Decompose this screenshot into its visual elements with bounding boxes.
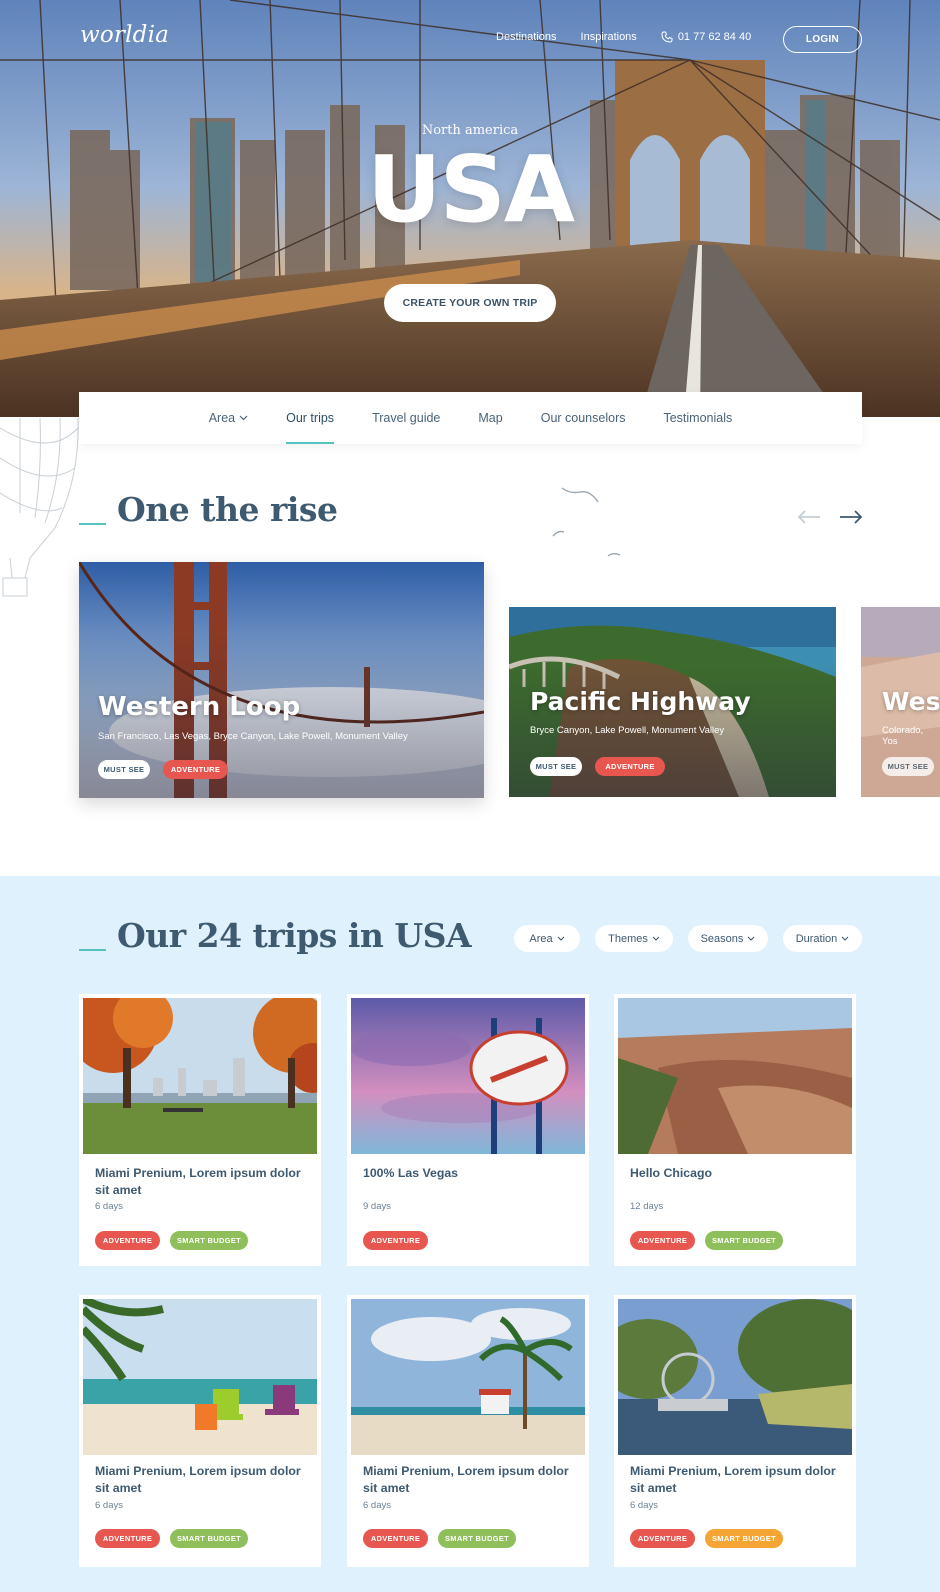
featured-trip-subtitle: San Francisco, Las Vegas, Bryce Canyon, … [98, 731, 408, 742]
featured-trip-subtitle: Colorado, Yos [882, 725, 924, 747]
birds-illustration [552, 487, 620, 557]
section-accent-dash [79, 949, 106, 951]
featured-trip-card[interactable]: West Colorado, Yos MUST SEE [861, 607, 940, 797]
filter-duration-label: Duration [795, 932, 838, 945]
filter-area-label: Area [529, 932, 553, 945]
adventure-badge: ADVENTURE [163, 760, 228, 779]
featured-trip-title: West [882, 687, 940, 716]
must-see-badge: MUST SEE [530, 757, 582, 776]
trip-card[interactable]: Hello Chicago 12 days ADVENTURE SMART BU… [614, 994, 856, 1266]
trip-card[interactable]: Miami Prenium, Lorem ipsum dolor sit ame… [79, 1295, 321, 1567]
hero-title: USA [366, 136, 575, 243]
nav-link-destinations[interactable]: Destinations [496, 31, 557, 43]
trip-image-grand-canyon [618, 998, 852, 1154]
arrow-right-icon[interactable] [839, 510, 863, 524]
filter-themes[interactable]: Themes [595, 925, 673, 952]
adventure-badge: ADVENTURE [363, 1231, 428, 1250]
filter-seasons-label: Seasons [700, 932, 744, 945]
adventure-badge: ADVENTURE [363, 1529, 428, 1548]
chevron-down-icon [841, 936, 849, 941]
trip-image-miami-beach [351, 1299, 585, 1455]
create-trip-button[interactable]: CREATE YOUR OWN TRIP [384, 284, 556, 322]
top-navigation: Destinations Inspirations 01 77 62 84 40 [496, 31, 751, 43]
filter-seasons[interactable]: Seasons [688, 925, 768, 952]
trip-title: Miami Prenium, Lorem ipsum dolor sit ame… [630, 1464, 836, 1495]
section-accent-dash [79, 523, 106, 525]
featured-trip-card[interactable]: Pacific Highway Bryce Canyon, Lake Powel… [509, 607, 836, 797]
adventure-badge: ADVENTURE [630, 1529, 695, 1548]
trip-duration: 12 days [630, 1201, 664, 1212]
featured-trip-subtitle: Bryce Canyon, Lake Powell, Monument Vall… [530, 725, 725, 736]
smart-budget-badge: SMART BUDGET [170, 1231, 248, 1250]
must-see-badge: MUST SEE [98, 760, 150, 779]
subnav-area-label: Area [208, 411, 236, 425]
chevron-down-icon [557, 936, 565, 941]
subnav-map[interactable]: Map [478, 392, 502, 444]
trip-duration: 6 days [95, 1500, 123, 1511]
filter-duration[interactable]: Duration [783, 925, 862, 952]
trip-duration: 6 days [95, 1201, 123, 1212]
adventure-badge: ADVENTURE [630, 1231, 695, 1250]
trip-title: Hello Chicago [630, 1166, 712, 1180]
arrow-left-icon[interactable] [797, 510, 821, 524]
hot-air-balloon-illustration [0, 418, 79, 597]
smart-budget-badge: SMART BUDGET [170, 1529, 248, 1548]
trips-section-title: Our 24 trips in USA [117, 916, 472, 955]
trip-image-las-vegas-sign [351, 998, 585, 1154]
trip-image-autumn-park [83, 998, 317, 1154]
chevron-down-icon [748, 936, 755, 941]
featured-trip-title: Western Loop [98, 692, 301, 722]
destination-subnav: Area Our trips Travel guide Map Our coun… [79, 392, 862, 444]
trip-card[interactable]: 100% Las Vegas 9 days ADVENTURE [347, 994, 589, 1266]
subnav-area[interactable]: Area [209, 392, 248, 444]
trip-card[interactable]: Miami Prenium, Lorem ipsum dolor sit ame… [79, 994, 321, 1266]
trip-duration: 6 days [630, 1500, 658, 1511]
chevron-down-icon [239, 415, 248, 421]
adventure-badge: ADVENTURE [95, 1231, 160, 1250]
trip-title: 100% Las Vegas [363, 1166, 459, 1180]
featured-trip-title: Pacific Highway [530, 687, 751, 716]
rise-section-title: One the rise [117, 490, 338, 529]
trip-title: Miami Prenium, Lorem ipsum dolor sit ame… [363, 1464, 569, 1495]
worldia-logo[interactable]: worldia [80, 22, 169, 48]
trip-title: Miami Prenium, Lorem ipsum dolor sit ame… [95, 1464, 301, 1495]
nav-link-inspirations[interactable]: Inspirations [581, 31, 637, 43]
smart-budget-badge: SMART BUDGET [705, 1231, 783, 1250]
subnav-our-trips[interactable]: Our trips [286, 392, 334, 444]
trip-image-airboat-everglades [618, 1299, 852, 1455]
trip-duration: 9 days [363, 1201, 391, 1212]
filter-themes-label: Themes [608, 932, 648, 945]
adventure-badge: ADVENTURE [95, 1529, 160, 1548]
subnav-our-counselors[interactable]: Our counselors [541, 392, 626, 444]
login-button[interactable]: LOGIN [783, 26, 862, 53]
trip-image-beach-chairs [83, 1299, 317, 1455]
subnav-testimonials[interactable]: Testimonials [663, 392, 732, 444]
phone-contact[interactable]: 01 77 62 84 40 [661, 31, 751, 43]
trip-card[interactable]: Miami Prenium, Lorem ipsum dolor sit ame… [614, 1295, 856, 1567]
subnav-travel-guide[interactable]: Travel guide [372, 392, 440, 444]
trip-card[interactable]: Miami Prenium, Lorem ipsum dolor sit ame… [347, 1295, 589, 1567]
phone-number: 01 77 62 84 40 [677, 31, 752, 43]
featured-trip-card[interactable]: Western Loop San Francisco, Las Vegas, B… [79, 562, 484, 798]
trip-title: Miami Prenium, Lorem ipsum dolor sit ame… [95, 1166, 301, 1197]
trip-duration: 6 days [363, 1500, 391, 1511]
chevron-down-icon [652, 936, 660, 941]
smart-budget-badge: SMART BUDGET [438, 1529, 516, 1548]
filter-area[interactable]: Area [514, 925, 580, 952]
adventure-badge: ADVENTURE [595, 757, 665, 776]
must-see-badge: MUST SEE [882, 757, 934, 776]
phone-icon [661, 31, 673, 43]
hero-banner: worldia Destinations Inspirations 01 77 … [0, 0, 940, 417]
smart-budget-badge: SMART BUDGET [705, 1529, 783, 1548]
